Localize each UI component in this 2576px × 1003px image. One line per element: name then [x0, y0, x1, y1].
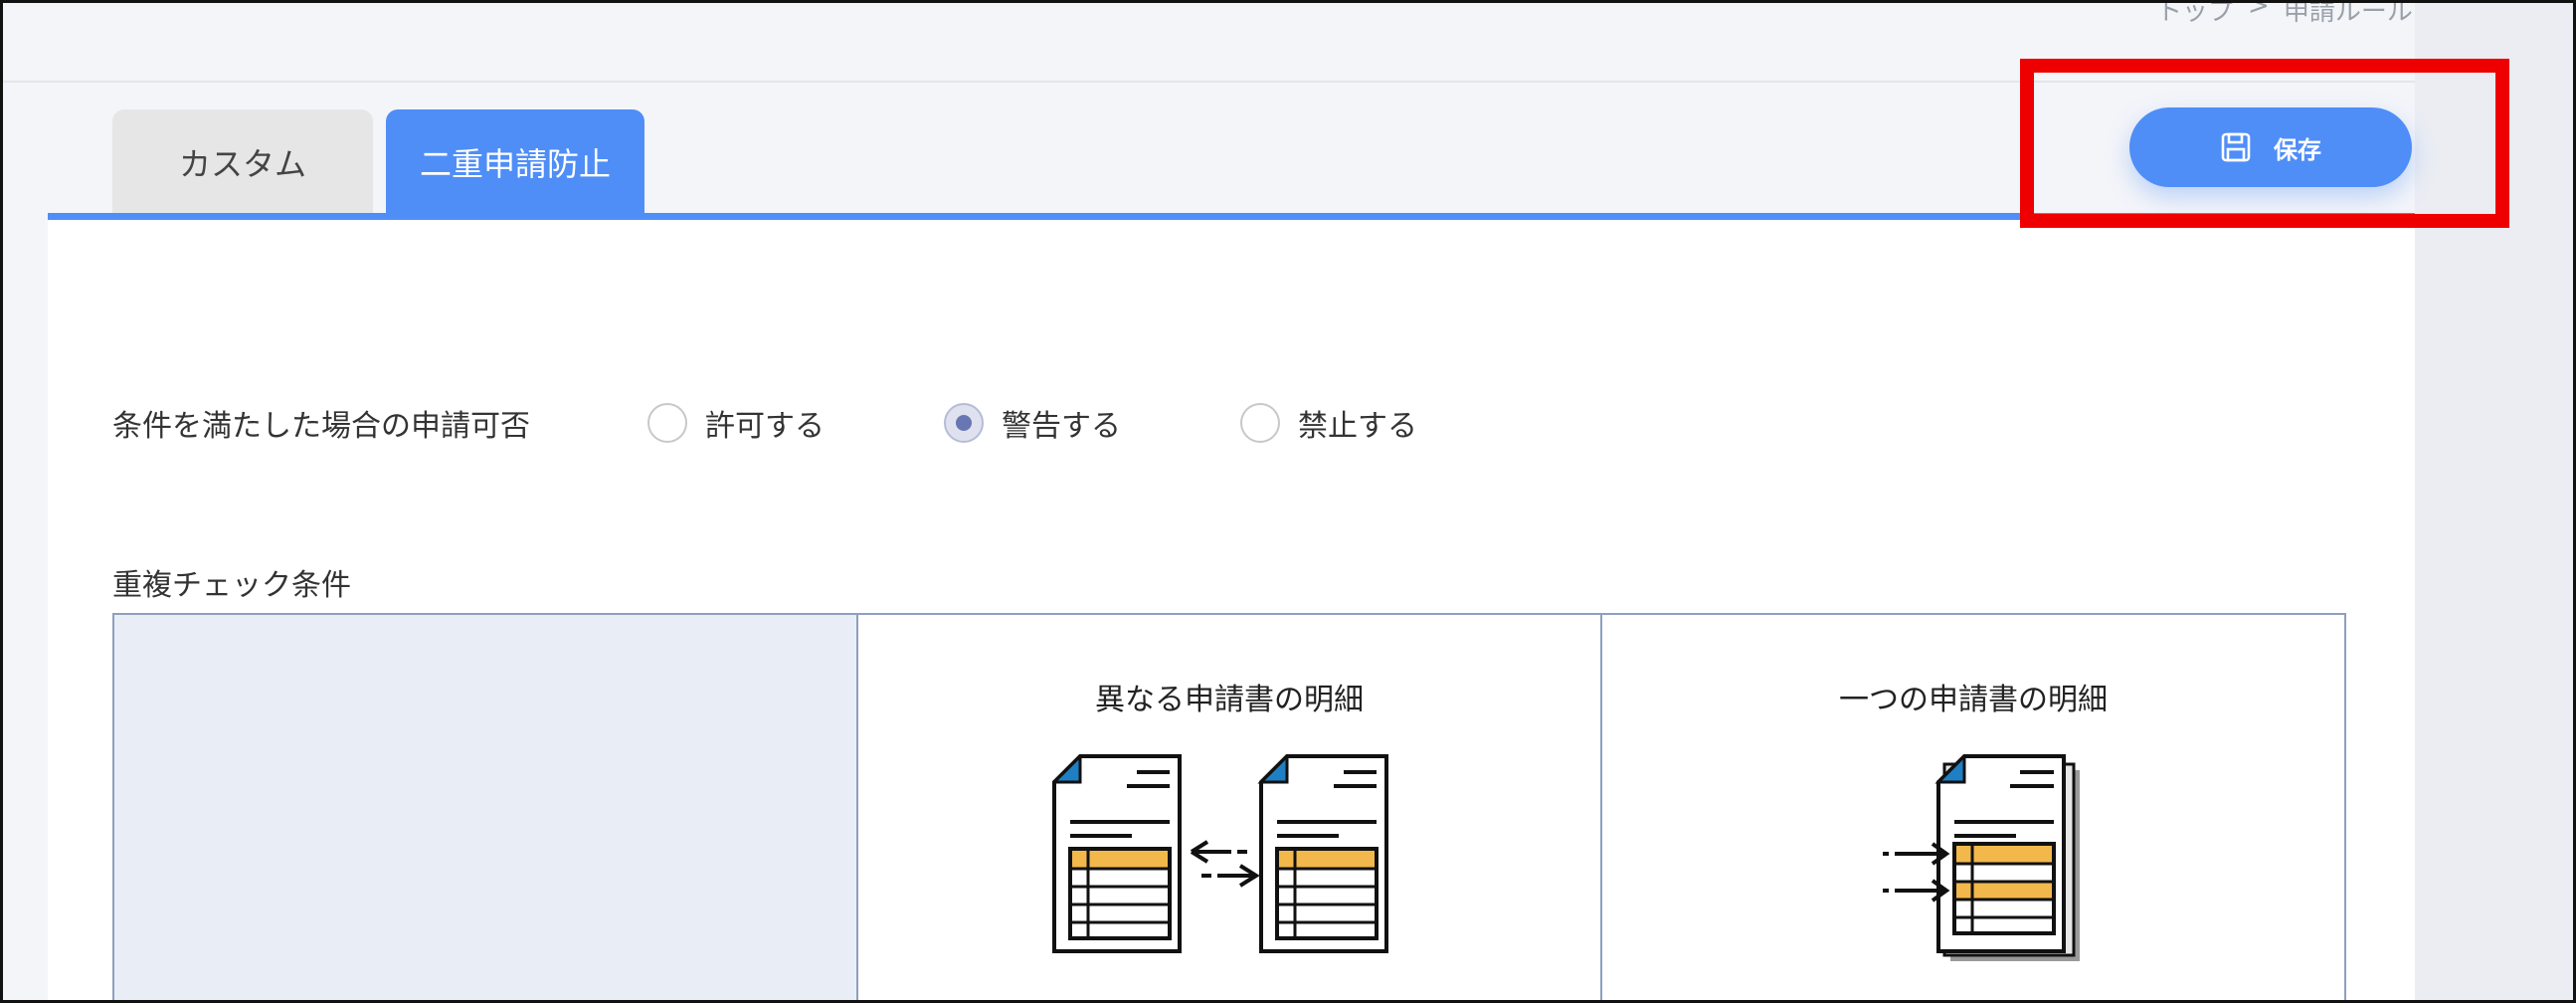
- radio-forbid-label: 禁止する: [1298, 409, 1417, 444]
- table-corner-cell: [114, 615, 858, 1000]
- radio-warn[interactable]: 警告する: [944, 401, 1121, 445]
- radio-allow-circle[interactable]: [647, 403, 687, 443]
- duplicate-check-table: 異なる申請書の明細 一つの申請書の明細: [112, 613, 2346, 1000]
- tab-custom-label: カスタム: [178, 145, 306, 183]
- tab-duplicate-prevention[interactable]: 二重申請防止: [386, 109, 644, 215]
- stacked-documents-icon: [1883, 754, 2080, 961]
- column-single-application-header: 一つの申請書の明細: [1839, 683, 2108, 717]
- column-single-application: 一つの申請書の明細: [1602, 615, 2344, 1000]
- radio-allow-label: 許可する: [705, 409, 825, 444]
- tab-duplicate-prevention-label: 二重申請防止: [419, 145, 611, 183]
- breadcrumb-home[interactable]: トップ: [2156, 3, 2234, 28]
- breadcrumb-current: 申請ルール: [2283, 0, 2413, 27]
- highlight-box: [2020, 59, 2509, 228]
- radio-forbid-circle[interactable]: [1240, 403, 1280, 443]
- radio-warn-label: 警告する: [1002, 409, 1121, 444]
- app-frame: トップ > 申請ルール カスタム 二重申請防止 保存 条件を満たした場合の申請可…: [0, 0, 2576, 1003]
- radio-warn-circle[interactable]: [944, 403, 984, 443]
- two-documents-compare-icon: [1052, 754, 1388, 953]
- breadcrumb: トップ > 申請ルール: [2156, 0, 2413, 28]
- tab-custom[interactable]: カスタム: [112, 109, 373, 215]
- column-different-applications: 異なる申請書の明細: [858, 615, 1602, 1000]
- radio-forbid[interactable]: 禁止する: [1240, 401, 1417, 445]
- condition-label: 条件を満たした場合の申請可否: [112, 409, 530, 444]
- breadcrumb-separator: >: [2248, 0, 2270, 21]
- duplicate-check-title: 重複チェック条件: [112, 568, 351, 603]
- radio-allow[interactable]: 許可する: [647, 401, 825, 445]
- column-different-applications-header: 異なる申請書の明細: [1095, 683, 1364, 717]
